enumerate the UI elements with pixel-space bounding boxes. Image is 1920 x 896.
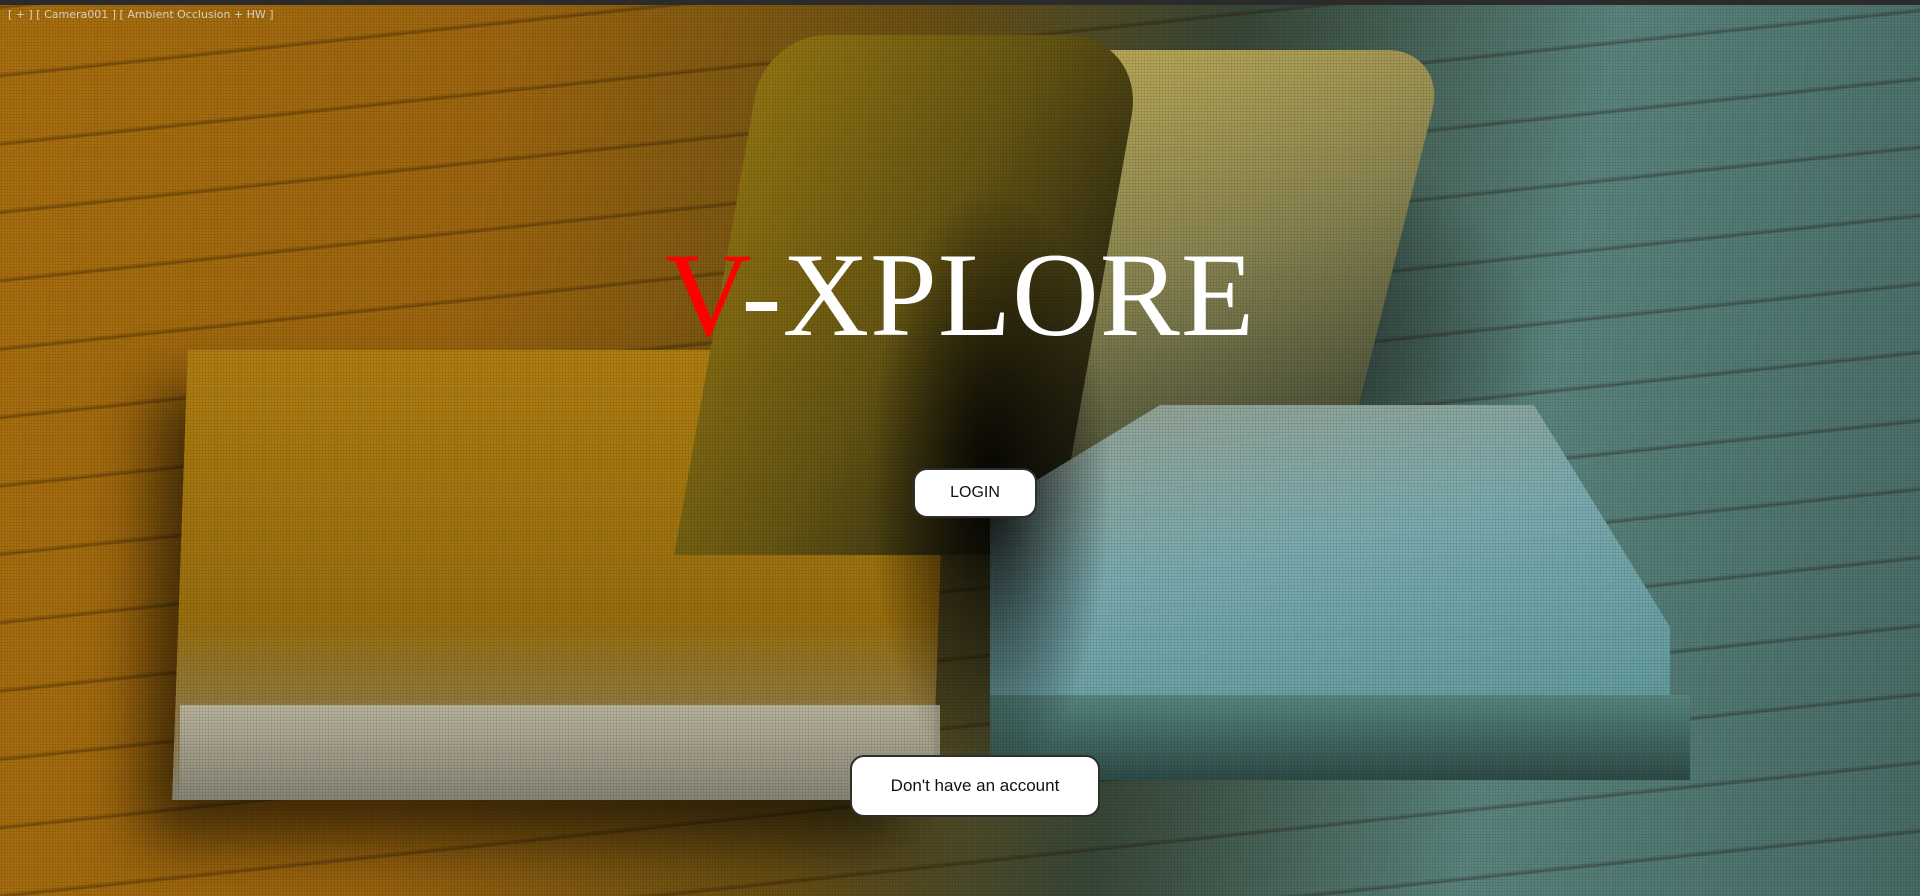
title-text: -XPLORE [741, 228, 1256, 361]
login-button[interactable]: LOGIN [913, 468, 1037, 518]
viewport-caption: [ + ] [ Camera001 ] [ Ambient Occlusion … [8, 8, 274, 21]
title-accent-letter: V [664, 228, 742, 361]
app-title: V-XPLORE [0, 230, 1920, 360]
signup-button[interactable]: Don't have an account [850, 755, 1100, 817]
